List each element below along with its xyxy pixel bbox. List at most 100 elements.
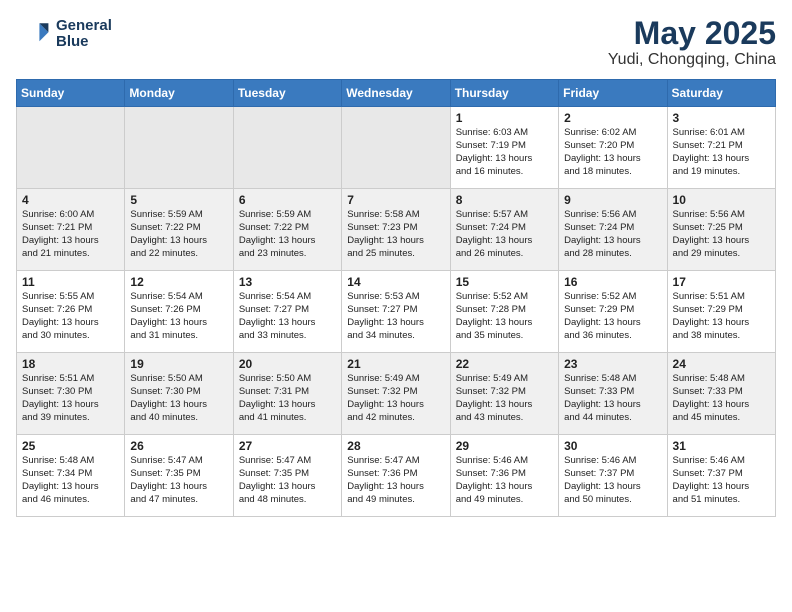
day-number: 1 bbox=[456, 111, 553, 125]
day-number: 3 bbox=[673, 111, 770, 125]
weekday-header: Tuesday bbox=[233, 80, 341, 107]
day-number: 13 bbox=[239, 275, 336, 289]
day-detail: Sunrise: 5:46 AMSunset: 7:37 PMDaylight:… bbox=[673, 455, 770, 506]
calendar-cell: 23 Sunrise: 5:48 AMSunset: 7:33 PMDayligh… bbox=[559, 353, 667, 435]
logo-line2: Blue bbox=[56, 34, 112, 51]
calendar-cell: 25 Sunrise: 5:48 AMSunset: 7:34 PMDayligh… bbox=[17, 435, 125, 517]
calendar-week-row: 1 Sunrise: 6:03 AMSunset: 7:19 PMDaylight… bbox=[17, 107, 776, 189]
weekday-header: Thursday bbox=[450, 80, 558, 107]
calendar-cell: 1 Sunrise: 6:03 AMSunset: 7:19 PMDaylight… bbox=[450, 107, 558, 189]
day-number: 17 bbox=[673, 275, 770, 289]
day-number: 30 bbox=[564, 439, 661, 453]
calendar-cell: 3 Sunrise: 6:01 AMSunset: 7:21 PMDaylight… bbox=[667, 107, 775, 189]
calendar-cell: 19Sunrise: 5:50 AMSunset: 7:30 PMDayligh… bbox=[125, 353, 233, 435]
day-detail: Sunrise: 5:47 AMSunset: 7:36 PMDaylight:… bbox=[347, 455, 444, 506]
calendar-cell: 12 Sunrise: 5:54 AMSunset: 7:26 PMDayligh… bbox=[125, 271, 233, 353]
day-number: 24 bbox=[673, 357, 770, 371]
day-detail: Sunrise: 5:48 AMSunset: 7:34 PMDaylight:… bbox=[22, 455, 119, 506]
day-number: 25 bbox=[22, 439, 119, 453]
day-number: 11 bbox=[22, 275, 119, 289]
day-number: 29 bbox=[456, 439, 553, 453]
day-detail: Sunrise: 5:58 AMSunset: 7:23 PMDaylight:… bbox=[347, 209, 444, 260]
calendar-cell: 11 Sunrise: 5:55 AMSunset: 7:26 PMDayligh… bbox=[17, 271, 125, 353]
calendar-cell: 18 Sunrise: 5:51 AMSunset: 7:30 PMDayligh… bbox=[17, 353, 125, 435]
day-detail: Sunrise: 5:59 AMSunset: 7:22 PMDaylight:… bbox=[130, 209, 227, 260]
calendar-cell: 22Sunrise: 5:49 AMSunset: 7:32 PMDayligh… bbox=[450, 353, 558, 435]
calendar-cell bbox=[125, 107, 233, 189]
calendar-week-row: 25 Sunrise: 5:48 AMSunset: 7:34 PMDayligh… bbox=[17, 435, 776, 517]
day-detail: Sunrise: 5:55 AMSunset: 7:26 PMDaylight:… bbox=[22, 291, 119, 342]
day-number: 31 bbox=[673, 439, 770, 453]
day-detail: Sunrise: 6:00 AMSunset: 7:21 PMDaylight:… bbox=[22, 209, 119, 260]
calendar-cell: 28 Sunrise: 5:47 AMSunset: 7:36 PMDayligh… bbox=[342, 435, 450, 517]
day-detail: Sunrise: 5:59 AMSunset: 7:22 PMDaylight:… bbox=[239, 209, 336, 260]
calendar-cell: 30Sunrise: 5:46 AMSunset: 7:37 PMDayligh… bbox=[559, 435, 667, 517]
day-detail: Sunrise: 5:48 AMSunset: 7:33 PMDaylight:… bbox=[564, 373, 661, 424]
calendar-cell: 10 Sunrise: 5:56 AMSunset: 7:25 PMDayligh… bbox=[667, 189, 775, 271]
page: General Blue May 2025 Yudi, Chongqing, C… bbox=[0, 0, 792, 527]
day-number: 8 bbox=[456, 193, 553, 207]
calendar-cell bbox=[342, 107, 450, 189]
calendar-cell: 21Sunrise: 5:49 AMSunset: 7:32 PMDayligh… bbox=[342, 353, 450, 435]
day-number: 2 bbox=[564, 111, 661, 125]
day-number: 27 bbox=[239, 439, 336, 453]
weekday-header: Saturday bbox=[667, 80, 775, 107]
logo-icon bbox=[16, 16, 52, 52]
day-detail: Sunrise: 5:50 AMSunset: 7:30 PMDaylight:… bbox=[130, 373, 227, 424]
calendar-cell: 6 Sunrise: 5:59 AMSunset: 7:22 PMDaylight… bbox=[233, 189, 341, 271]
day-number: 18 bbox=[22, 357, 119, 371]
weekday-header: Friday bbox=[559, 80, 667, 107]
calendar-cell: 27Sunrise: 5:47 AMSunset: 7:35 PMDayligh… bbox=[233, 435, 341, 517]
day-detail: Sunrise: 6:03 AMSunset: 7:19 PMDaylight:… bbox=[456, 127, 553, 178]
day-detail: Sunrise: 6:01 AMSunset: 7:21 PMDaylight:… bbox=[673, 127, 770, 178]
day-detail: Sunrise: 5:52 AMSunset: 7:29 PMDaylight:… bbox=[564, 291, 661, 342]
calendar-cell: 15Sunrise: 5:52 AMSunset: 7:28 PMDayligh… bbox=[450, 271, 558, 353]
calendar-cell bbox=[17, 107, 125, 189]
day-number: 9 bbox=[564, 193, 661, 207]
day-number: 16 bbox=[564, 275, 661, 289]
day-detail: Sunrise: 5:48 AMSunset: 7:33 PMDaylight:… bbox=[673, 373, 770, 424]
calendar-body: 1 Sunrise: 6:03 AMSunset: 7:19 PMDaylight… bbox=[17, 107, 776, 517]
weekday-row: SundayMondayTuesdayWednesdayThursdayFrid… bbox=[17, 80, 776, 107]
weekday-header: Monday bbox=[125, 80, 233, 107]
logo: General Blue bbox=[16, 16, 112, 52]
day-detail: Sunrise: 5:46 AMSunset: 7:36 PMDaylight:… bbox=[456, 455, 553, 506]
day-number: 7 bbox=[347, 193, 444, 207]
day-number: 5 bbox=[130, 193, 227, 207]
day-number: 23 bbox=[564, 357, 661, 371]
calendar-cell: 24 Sunrise: 5:48 AMSunset: 7:33 PMDayligh… bbox=[667, 353, 775, 435]
day-detail: Sunrise: 5:56 AMSunset: 7:25 PMDaylight:… bbox=[673, 209, 770, 260]
calendar-cell: 29 Sunrise: 5:46 AMSunset: 7:36 PMDayligh… bbox=[450, 435, 558, 517]
weekday-header: Sunday bbox=[17, 80, 125, 107]
day-number: 6 bbox=[239, 193, 336, 207]
calendar-week-row: 11 Sunrise: 5:55 AMSunset: 7:26 PMDayligh… bbox=[17, 271, 776, 353]
calendar-cell: 9Sunrise: 5:56 AMSunset: 7:24 PMDaylight… bbox=[559, 189, 667, 271]
calendar-cell: 13 Sunrise: 5:54 AMSunset: 7:27 PMDayligh… bbox=[233, 271, 341, 353]
day-detail: Sunrise: 5:53 AMSunset: 7:27 PMDaylight:… bbox=[347, 291, 444, 342]
day-detail: Sunrise: 5:47 AMSunset: 7:35 PMDaylight:… bbox=[130, 455, 227, 506]
page-subtitle: Yudi, Chongqing, China bbox=[608, 51, 776, 69]
day-number: 10 bbox=[673, 193, 770, 207]
day-number: 26 bbox=[130, 439, 227, 453]
day-number: 28 bbox=[347, 439, 444, 453]
day-detail: Sunrise: 5:49 AMSunset: 7:32 PMDaylight:… bbox=[456, 373, 553, 424]
calendar-cell: 5 Sunrise: 5:59 AMSunset: 7:22 PMDaylight… bbox=[125, 189, 233, 271]
day-detail: Sunrise: 5:49 AMSunset: 7:32 PMDaylight:… bbox=[347, 373, 444, 424]
calendar-cell: 31 Sunrise: 5:46 AMSunset: 7:37 PMDayligh… bbox=[667, 435, 775, 517]
calendar-cell: 2Sunrise: 6:02 AMSunset: 7:20 PMDaylight… bbox=[559, 107, 667, 189]
calendar: SundayMondayTuesdayWednesdayThursdayFrid… bbox=[16, 79, 776, 517]
calendar-cell bbox=[233, 107, 341, 189]
title-block: May 2025 Yudi, Chongqing, China bbox=[608, 16, 776, 69]
day-detail: Sunrise: 5:54 AMSunset: 7:26 PMDaylight:… bbox=[130, 291, 227, 342]
day-number: 20 bbox=[239, 357, 336, 371]
day-detail: Sunrise: 5:54 AMSunset: 7:27 PMDaylight:… bbox=[239, 291, 336, 342]
day-number: 12 bbox=[130, 275, 227, 289]
day-detail: Sunrise: 5:51 AMSunset: 7:30 PMDaylight:… bbox=[22, 373, 119, 424]
calendar-cell: 14Sunrise: 5:53 AMSunset: 7:27 PMDayligh… bbox=[342, 271, 450, 353]
page-title: May 2025 bbox=[608, 16, 776, 51]
day-detail: Sunrise: 5:50 AMSunset: 7:31 PMDaylight:… bbox=[239, 373, 336, 424]
day-number: 15 bbox=[456, 275, 553, 289]
calendar-cell: 4Sunrise: 6:00 AMSunset: 7:21 PMDaylight… bbox=[17, 189, 125, 271]
calendar-cell: 26 Sunrise: 5:47 AMSunset: 7:35 PMDayligh… bbox=[125, 435, 233, 517]
day-detail: Sunrise: 5:57 AMSunset: 7:24 PMDaylight:… bbox=[456, 209, 553, 260]
